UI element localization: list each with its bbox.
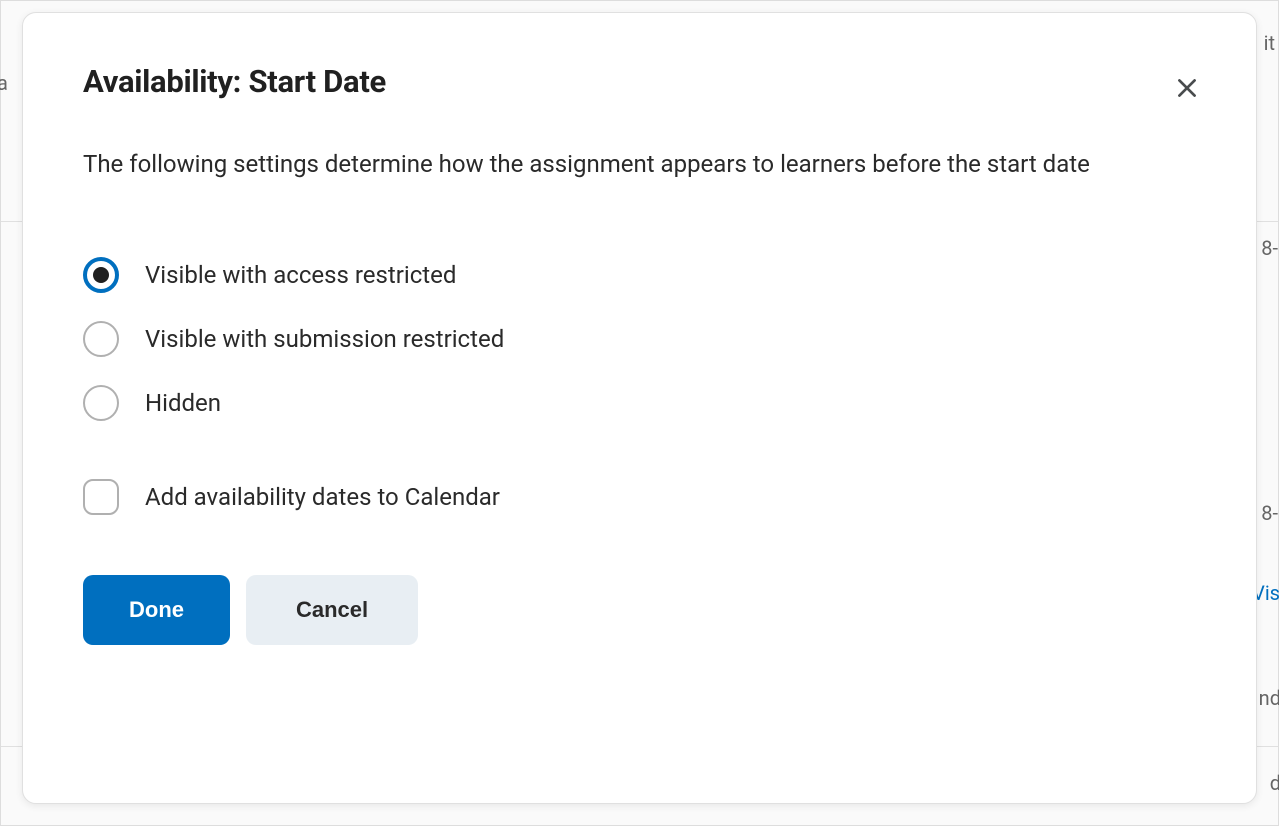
close-icon (1174, 75, 1200, 101)
radio-indicator (83, 385, 119, 421)
availability-modal: Availability: Start Date The following s… (22, 12, 1257, 804)
radio-label: Hidden (145, 389, 221, 417)
backdrop-fragment: a (0, 71, 8, 95)
checkbox-add-to-calendar[interactable]: Add availability dates to Calendar (83, 479, 1196, 515)
visibility-radio-group: Visible with access restricted Visible w… (83, 257, 1196, 421)
backdrop-fragment: nd (1259, 686, 1279, 710)
checkbox-indicator (83, 479, 119, 515)
radio-option-visible-access-restricted[interactable]: Visible with access restricted (83, 257, 1196, 293)
radio-indicator (83, 321, 119, 357)
radio-option-hidden[interactable]: Hidden (83, 385, 1196, 421)
cancel-button[interactable]: Cancel (246, 575, 418, 645)
modal-title: Availability: Start Date (83, 63, 386, 100)
radio-indicator (83, 257, 119, 293)
close-button[interactable] (1170, 71, 1204, 108)
radio-option-visible-submission-restricted[interactable]: Visible with submission restricted (83, 321, 1196, 357)
radio-label: Visible with submission restricted (145, 325, 504, 353)
backdrop-fragment: 8- (1261, 501, 1278, 525)
done-button[interactable]: Done (83, 575, 230, 645)
modal-header: Availability: Start Date (83, 63, 1196, 108)
modal-description: The following settings determine how the… (83, 144, 1133, 185)
backdrop-fragment: 8- (1261, 236, 1278, 260)
modal-footer: Done Cancel (83, 575, 1196, 645)
radio-label: Visible with access restricted (145, 261, 456, 289)
backdrop-fragment: d (1270, 771, 1279, 795)
backdrop-fragment: it (1264, 31, 1275, 55)
checkbox-label: Add availability dates to Calendar (145, 483, 500, 511)
